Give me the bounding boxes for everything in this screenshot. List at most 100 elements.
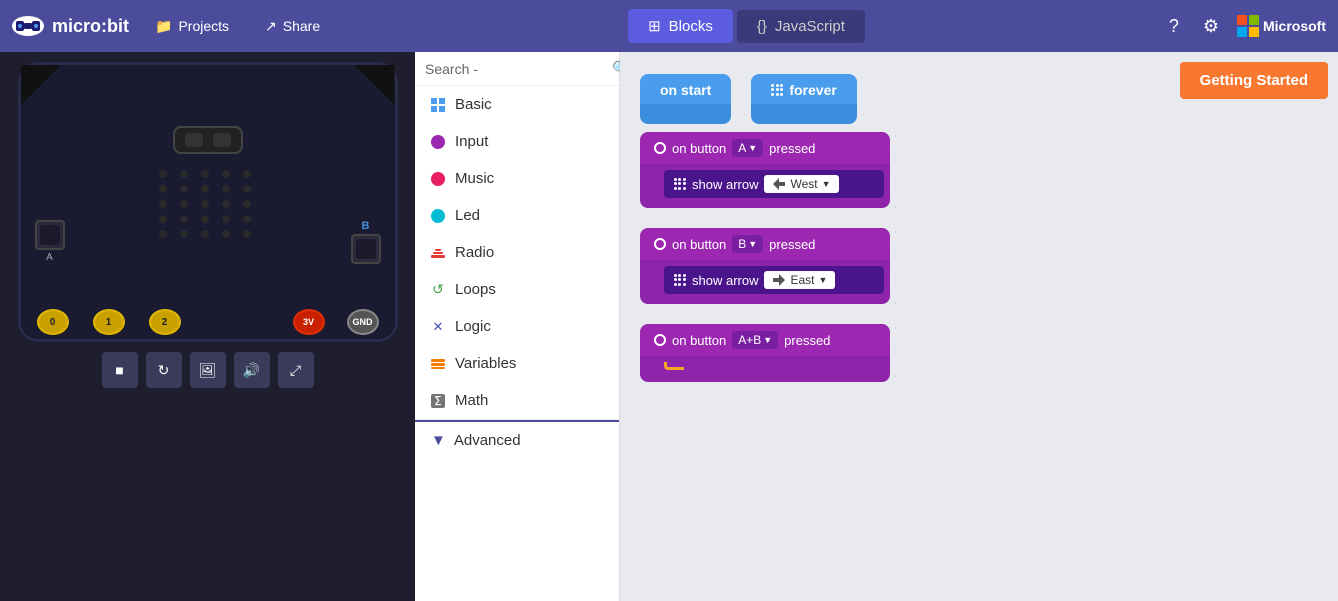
block2-direction-icon (772, 273, 786, 287)
sidebar-item-math[interactable]: ∑ Math (415, 382, 619, 419)
sidebar-item-led[interactable]: Led (415, 197, 619, 234)
sidebar-item-loops[interactable]: ↺ Loops (415, 271, 619, 308)
loops-label: Loops (455, 281, 496, 298)
block3-header[interactable]: on button A+B ▼ pressed (640, 324, 890, 356)
block2-direction-dropdown[interactable]: East ▼ (764, 271, 835, 289)
projects-label: Projects (178, 18, 229, 34)
led-label: Led (455, 207, 480, 224)
variables-label: Variables (455, 355, 516, 372)
getting-started-button[interactable]: Getting Started (1180, 62, 1328, 99)
block2-body: show arrow East ▼ (640, 260, 890, 304)
basic-icon (431, 98, 445, 112)
settings-button[interactable]: ⚙ (1197, 10, 1225, 43)
sound-button[interactable]: 🔊 (234, 352, 270, 388)
share-button[interactable]: ↗ Share (255, 12, 330, 41)
microsoft-logo: Microsoft (1237, 15, 1326, 37)
logo: micro:bit (12, 16, 129, 37)
block1-inner[interactable]: show arrow West ▼ (664, 170, 884, 198)
share-label: Share (283, 18, 320, 34)
sidebar-item-input[interactable]: Input (415, 123, 619, 160)
stop-button[interactable]: ■ (102, 352, 138, 388)
block3-event-icon (654, 334, 666, 346)
fullscreen-button[interactable]: ⤢ (278, 352, 314, 388)
navbar-right: ? ⚙ Microsoft (1163, 10, 1326, 43)
math-label: Math (455, 392, 488, 409)
block1-button-dropdown[interactable]: A ▼ (732, 139, 763, 157)
ms-sq-1 (1237, 15, 1247, 25)
ms-squares-icon (1237, 15, 1259, 37)
advanced-label: Advanced (454, 432, 521, 449)
forever-header: forever (751, 74, 856, 104)
javascript-tab-icon: {} (757, 18, 767, 35)
block1-header[interactable]: on button A ▼ pressed (640, 132, 890, 164)
blocks-tab[interactable]: ⊞ Blocks (628, 9, 733, 43)
block3-button-dropdown[interactable]: A+B ▼ (732, 331, 778, 349)
sidebar-item-music[interactable]: Music (415, 160, 619, 197)
block3-button-value: A+B (738, 333, 761, 347)
main-content: A B 0 1 2 (0, 52, 1338, 601)
block2-direction-chevron: ▼ (818, 275, 827, 285)
sidebar-item-logic[interactable]: ✕ Logic (415, 308, 619, 345)
sidebar-item-radio[interactable]: Radio (415, 234, 619, 271)
button-b[interactable]: B (351, 220, 381, 264)
block2-action-label: show arrow (692, 273, 758, 288)
sidebar-item-variables[interactable]: Variables (415, 345, 619, 382)
block2-header[interactable]: on button B ▼ pressed (640, 228, 890, 260)
microbit-device: A B 0 1 2 (18, 62, 398, 342)
block2-button-chevron: ▼ (748, 239, 757, 249)
sidebar-item-basic[interactable]: Basic (415, 86, 619, 123)
toolbox-panel: 🔍 Basic Input Music Led (415, 52, 620, 601)
advanced-chevron-icon: ▼ (431, 432, 446, 449)
led-icon (431, 209, 445, 223)
block3-body (640, 356, 890, 382)
input-icon (431, 135, 445, 149)
block-group-2: on button B ▼ pressed (640, 228, 890, 304)
radio-label: Radio (455, 244, 494, 261)
sidebar-item-advanced[interactable]: ▼ Advanced (415, 420, 619, 459)
forever-body (751, 104, 856, 124)
variables-icon (431, 357, 445, 371)
block1-direction-chevron: ▼ (822, 179, 831, 189)
button-b-label-top: B (351, 220, 381, 232)
search-input[interactable] (425, 61, 606, 77)
block2-inner[interactable]: show arrow East ▼ (664, 266, 884, 294)
forever-label: forever (789, 82, 836, 98)
block1-direction-dropdown[interactable]: West ▼ (764, 175, 838, 193)
block2-button-dropdown[interactable]: B ▼ (732, 235, 763, 253)
button-a-label: A (35, 252, 65, 263)
help-button[interactable]: ? (1163, 10, 1185, 43)
blocks-tab-label: Blocks (669, 18, 713, 35)
block3-button-chevron: ▼ (763, 335, 772, 345)
settings-icon: ⚙ (1203, 16, 1219, 36)
input-label: Input (455, 133, 488, 150)
javascript-tab[interactable]: {} JavaScript (737, 10, 865, 43)
block3-pressed-label: pressed (784, 333, 830, 348)
navbar: micro:bit 📁 Projects ↗ Share ⊞ Blocks {}… (0, 0, 1338, 52)
ms-sq-2 (1249, 15, 1259, 25)
on-start-header: on start (640, 74, 731, 104)
share-icon: ↗ (265, 18, 277, 35)
music-label: Music (455, 170, 494, 187)
math-icon: ∑ (431, 394, 445, 408)
sim-controls: ■ ↻ 🖼 🔊 ⤢ (102, 352, 314, 388)
block1-on-label: on button (672, 141, 726, 156)
top-blocks-row: on start (640, 74, 857, 124)
javascript-tab-label: JavaScript (775, 18, 845, 35)
projects-icon: 📁 (155, 18, 172, 35)
button-a[interactable]: A (35, 220, 65, 263)
projects-button[interactable]: 📁 Projects (145, 12, 239, 41)
restart-button[interactable]: ↻ (146, 352, 182, 388)
event-blocks: on button A ▼ pressed (640, 132, 890, 382)
block1-button-value: A (738, 141, 746, 155)
music-icon (431, 172, 445, 186)
on-start-label: on start (660, 82, 711, 98)
block2-pressed-label: pressed (769, 237, 815, 252)
block3-on-label: on button (672, 333, 726, 348)
tab-group: ⊞ Blocks {} JavaScript (628, 9, 865, 43)
block1-grid-icon (674, 178, 686, 190)
screenshot-button[interactable]: 🖼 (190, 352, 226, 388)
workspace[interactable]: Getting Started on start (620, 52, 1338, 601)
ms-sq-4 (1249, 27, 1259, 37)
on-start-block-group: on start (640, 74, 731, 124)
block1-pressed-label: pressed (769, 141, 815, 156)
